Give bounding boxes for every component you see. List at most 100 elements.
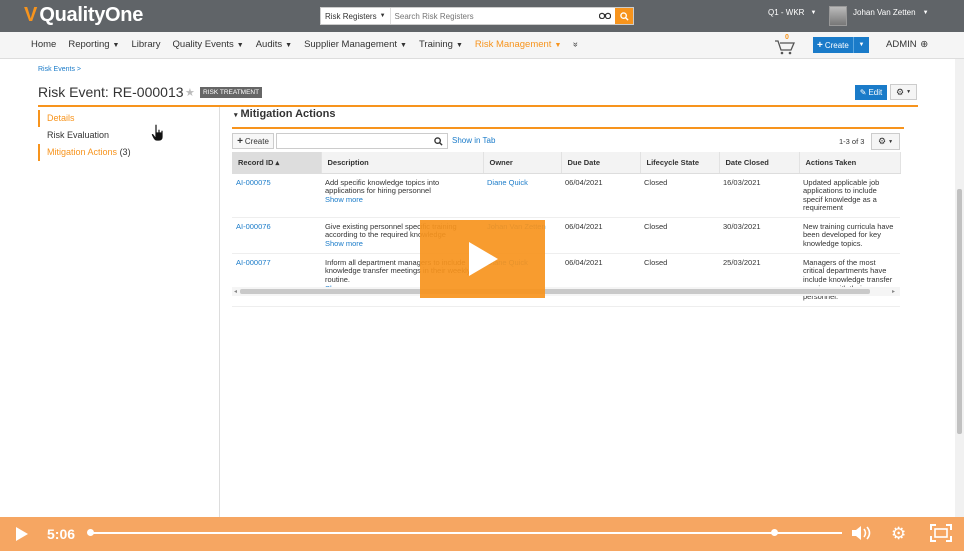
- avatar[interactable]: [829, 6, 847, 26]
- description-cell: Add specific knowledge topics into appli…: [321, 173, 483, 218]
- search-input[interactable]: [390, 8, 595, 24]
- top-bar: V QualityOne Risk Registers ▼ Q1 - WKR ▼…: [0, 0, 964, 32]
- arrow-circle-icon: ⊕: [920, 39, 929, 50]
- table-search-input[interactable]: [276, 133, 448, 149]
- create-label: Create: [824, 40, 849, 50]
- title-divider: [38, 105, 918, 107]
- search-icon: [434, 136, 443, 146]
- star-icon[interactable]: ★: [185, 86, 195, 99]
- video-progress-track[interactable]: [90, 532, 842, 534]
- scrollbar-thumb[interactable]: [957, 189, 962, 434]
- search-scope-dropdown[interactable]: Risk Registers ▼: [321, 8, 391, 24]
- column-header-lifecycle-state[interactable]: Lifecycle State: [640, 152, 720, 174]
- gear-icon: ⚙: [877, 136, 887, 146]
- table-settings-button[interactable]: ⚙ ▼: [871, 133, 900, 150]
- column-header-description[interactable]: Description: [321, 152, 484, 174]
- owner-link[interactable]: Diane Quick: [483, 173, 561, 218]
- nav-item-audits[interactable]: Audits ▼: [256, 39, 292, 50]
- show-more-link[interactable]: Show more: [325, 195, 479, 205]
- video-control-bar: 5:06 ⚙: [0, 517, 964, 551]
- create-action-button[interactable]: + Create: [232, 133, 274, 149]
- screen: V QualityOne Risk Registers ▼ Q1 - WKR ▼…: [0, 0, 964, 551]
- breadcrumb[interactable]: Risk Events >: [38, 66, 81, 73]
- volume-button[interactable]: [851, 525, 873, 546]
- fullscreen-icon: [930, 524, 952, 542]
- search-icon: [619, 11, 629, 21]
- fullscreen-button[interactable]: [930, 524, 952, 547]
- admin-menu[interactable]: ADMIN ⊕: [886, 39, 928, 50]
- edit-label: Edit: [868, 88, 883, 97]
- chevron-down-icon: ▼: [455, 42, 463, 49]
- period-label: Q1 - WKR: [768, 8, 805, 17]
- table-row: AI-000077 Inform all department managers…: [232, 253, 900, 307]
- volume-marker[interactable]: [771, 529, 779, 536]
- chevron-down-icon: ▼: [285, 42, 293, 49]
- chevron-down-icon: ▼: [858, 42, 865, 48]
- nav-menu: Home Reporting ▼ Library Quality Events ▼ Audi…: [31, 39, 590, 50]
- scrollbar-thumb[interactable]: [240, 289, 870, 294]
- sidebar-item-details[interactable]: Details: [38, 110, 131, 127]
- nav-item-label: Training: [418, 39, 453, 50]
- create-main[interactable]: + Create: [813, 37, 854, 53]
- video-play-overlay[interactable]: [420, 220, 545, 298]
- column-header-date-closed[interactable]: Date Closed: [719, 152, 800, 174]
- sidebar-divider: [219, 107, 220, 517]
- create-dropdown[interactable]: ▼: [854, 42, 869, 48]
- date-closed-cell: 16/03/2021: [719, 173, 799, 218]
- global-create-button[interactable]: + Create ▼: [813, 37, 869, 53]
- video-progress-handle[interactable]: [87, 529, 94, 536]
- sidebar-item-risk-evaluation[interactable]: Risk Evaluation: [38, 127, 131, 144]
- nav-item-risk-management[interactable]: Risk Management ▼: [475, 39, 562, 50]
- actions-taken-cell: Managers of the most critical department…: [799, 253, 900, 307]
- date-closed-cell: 30/03/2021: [719, 217, 799, 254]
- nav-item-home[interactable]: Home: [31, 39, 56, 50]
- record-id-link[interactable]: AI-000076: [232, 217, 321, 254]
- app-logo[interactable]: V QualityOne: [24, 4, 143, 27]
- actions-taken-cell: New training curricula have been develop…: [799, 217, 900, 254]
- section-title[interactable]: ▾ Mitigation Actions: [234, 108, 335, 120]
- user-name: Johan Van Zetten: [853, 8, 916, 17]
- column-header-owner[interactable]: Owner: [483, 152, 562, 174]
- video-settings-button[interactable]: ⚙: [891, 524, 906, 544]
- nav-item-library[interactable]: Library: [131, 39, 160, 50]
- column-header-actions-taken[interactable]: Actions Taken: [799, 152, 901, 174]
- description-text: Add specific knowledge topics into appli…: [325, 177, 440, 196]
- nav-item-training[interactable]: Training ▼: [419, 39, 463, 50]
- column-header-due-date[interactable]: Due Date: [561, 152, 641, 174]
- play-button[interactable]: [15, 526, 29, 547]
- binoculars-icon[interactable]: [595, 11, 615, 21]
- record-actions-button[interactable]: ⚙ ▼: [890, 84, 917, 100]
- show-in-tab-link[interactable]: Show in Tab: [452, 136, 495, 145]
- brand-name: QualityOne: [39, 4, 144, 26]
- record-id-link[interactable]: AI-000077: [232, 253, 321, 307]
- nav-item-reporting[interactable]: Reporting ▼: [68, 39, 119, 50]
- chevron-down-icon: ▼: [888, 138, 894, 145]
- admin-label: ADMIN: [886, 39, 917, 50]
- column-header-record-id[interactable]: Record ID ▴: [232, 152, 322, 174]
- lifecycle-state-cell: Closed: [640, 173, 719, 218]
- actions-taken-cell: Updated applicable job applications to i…: [799, 173, 900, 218]
- chevron-down-icon: ▼: [379, 13, 386, 19]
- record-id-link[interactable]: AI-000075: [232, 173, 321, 218]
- sidebar-item-label: Mitigation Actions: [47, 147, 118, 157]
- page-vertical-scrollbar[interactable]: [955, 59, 964, 517]
- volume-icon: [852, 526, 871, 540]
- edit-button[interactable]: ✎ Edit: [855, 85, 887, 100]
- nav-item-supplier-management[interactable]: Supplier Management ▼: [304, 39, 407, 50]
- cart-button[interactable]: 0: [773, 34, 797, 55]
- table-row: AI-000075 Add specific knowledge topics …: [232, 173, 900, 218]
- user-menu[interactable]: Johan Van Zetten ▼: [853, 8, 929, 17]
- hand-cursor-icon: [151, 123, 165, 147]
- table-horizontal-scrollbar[interactable]: ◂ ▸: [232, 287, 900, 296]
- cart-count: 0: [785, 34, 789, 41]
- search-button[interactable]: [615, 8, 633, 24]
- more-menu-icon[interactable]: »: [570, 42, 581, 47]
- nav-item-quality-events[interactable]: Quality Events ▼: [173, 39, 244, 50]
- scroll-left-arrow-icon[interactable]: ◂: [234, 288, 237, 295]
- play-icon: [16, 527, 28, 541]
- sidebar-item-mitigation-actions[interactable]: Mitigation Actions (3): [38, 144, 131, 161]
- create-action-label: Create: [244, 136, 269, 146]
- main-nav: Home Reporting ▼ Library Quality Events ▼ Audi…: [0, 32, 964, 59]
- scroll-right-arrow-icon[interactable]: ▸: [892, 288, 895, 295]
- period-selector[interactable]: Q1 - WKR ▼: [768, 8, 816, 17]
